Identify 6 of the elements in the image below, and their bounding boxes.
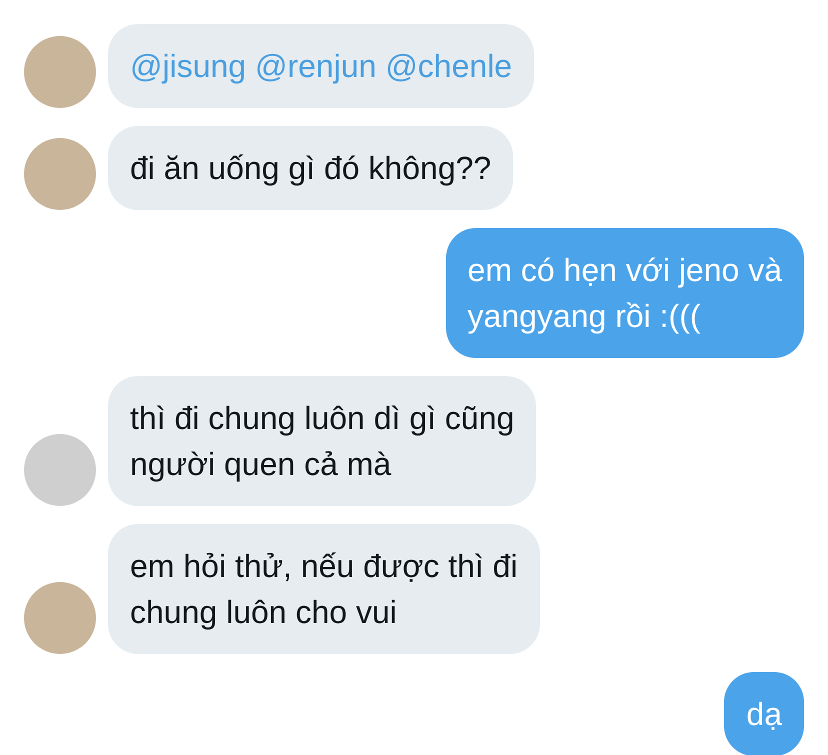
message-bubble: dạ xyxy=(724,672,804,755)
message-bubble: em có hẹn với jeno và yangyang rồi :((( xyxy=(446,228,804,358)
message-bubble: em hỏi thử, nếu được thì đi chung luôn cho vui xyxy=(108,524,540,654)
message-bubble: đi ăn uống gì đó không?? xyxy=(108,126,514,210)
message-bubble: @jisung @renjun @chenle xyxy=(108,24,534,108)
message-bubble: thì đi chung luôn dì gì cũng người quen cả mà xyxy=(108,376,536,506)
